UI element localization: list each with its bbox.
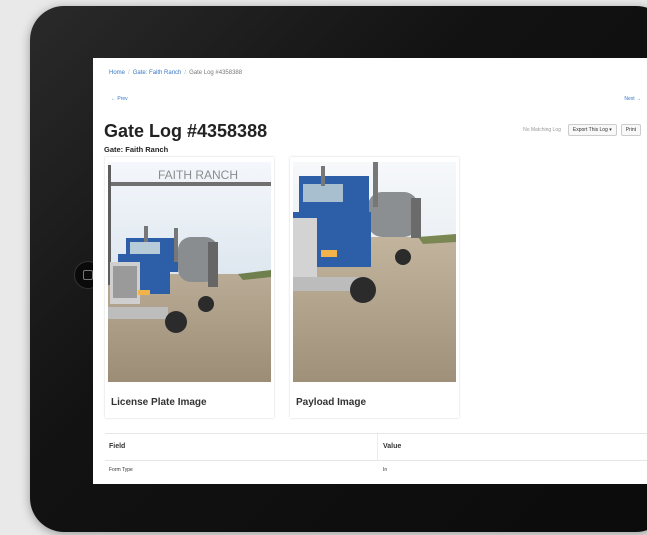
- breadcrumb-separator: /: [128, 70, 130, 76]
- next-link[interactable]: Next →: [624, 96, 641, 102]
- table-header: Field Value: [105, 433, 647, 461]
- no-matching-log-label: No Matching Log: [523, 127, 561, 133]
- payload-photo[interactable]: [293, 162, 456, 382]
- page-subtitle: Gate: Faith Ranch: [104, 145, 169, 154]
- table-cell-value: In: [383, 467, 388, 473]
- print-button[interactable]: Print: [620, 124, 641, 136]
- breadcrumb-ranch-link[interactable]: Gate: Faith Ranch: [133, 70, 182, 76]
- license-plate-photo[interactable]: FAITH RANCH: [108, 162, 271, 382]
- column-header-field[interactable]: Field: [109, 443, 125, 450]
- table-column-divider: [377, 434, 378, 460]
- gate-sign-text: FAITH RANCH: [158, 168, 238, 182]
- payload-caption: Payload Image: [296, 397, 367, 408]
- home-square-icon: [83, 270, 93, 280]
- breadcrumb: Home / Gate: Faith Ranch / Gate Log #4358388: [109, 70, 242, 76]
- page-title: Gate Log #4358388: [104, 121, 268, 141]
- prev-link[interactable]: ← Prev: [111, 96, 128, 102]
- breadcrumb-home-link[interactable]: Home: [109, 70, 125, 76]
- license-plate-card: FAITH RANCH License Plate Image: [105, 157, 274, 418]
- payload-card: Payload Image: [290, 157, 459, 418]
- export-log-button[interactable]: Export This Log ▾: [567, 124, 617, 136]
- breadcrumb-current: Gate Log #4358388: [189, 70, 243, 76]
- breadcrumb-separator: /: [184, 70, 187, 76]
- license-plate-caption: License Plate Image: [111, 397, 207, 408]
- table-cell-field: Form Type: [109, 467, 133, 473]
- table-row: Form Type In: [105, 459, 647, 484]
- column-header-value[interactable]: Value: [383, 443, 401, 450]
- toolbar: No Matching Log Export This Log ▾ Print: [523, 124, 641, 136]
- tablet-screen: Home / Gate: Faith Ranch / Gate Log #4358388…: [93, 58, 647, 484]
